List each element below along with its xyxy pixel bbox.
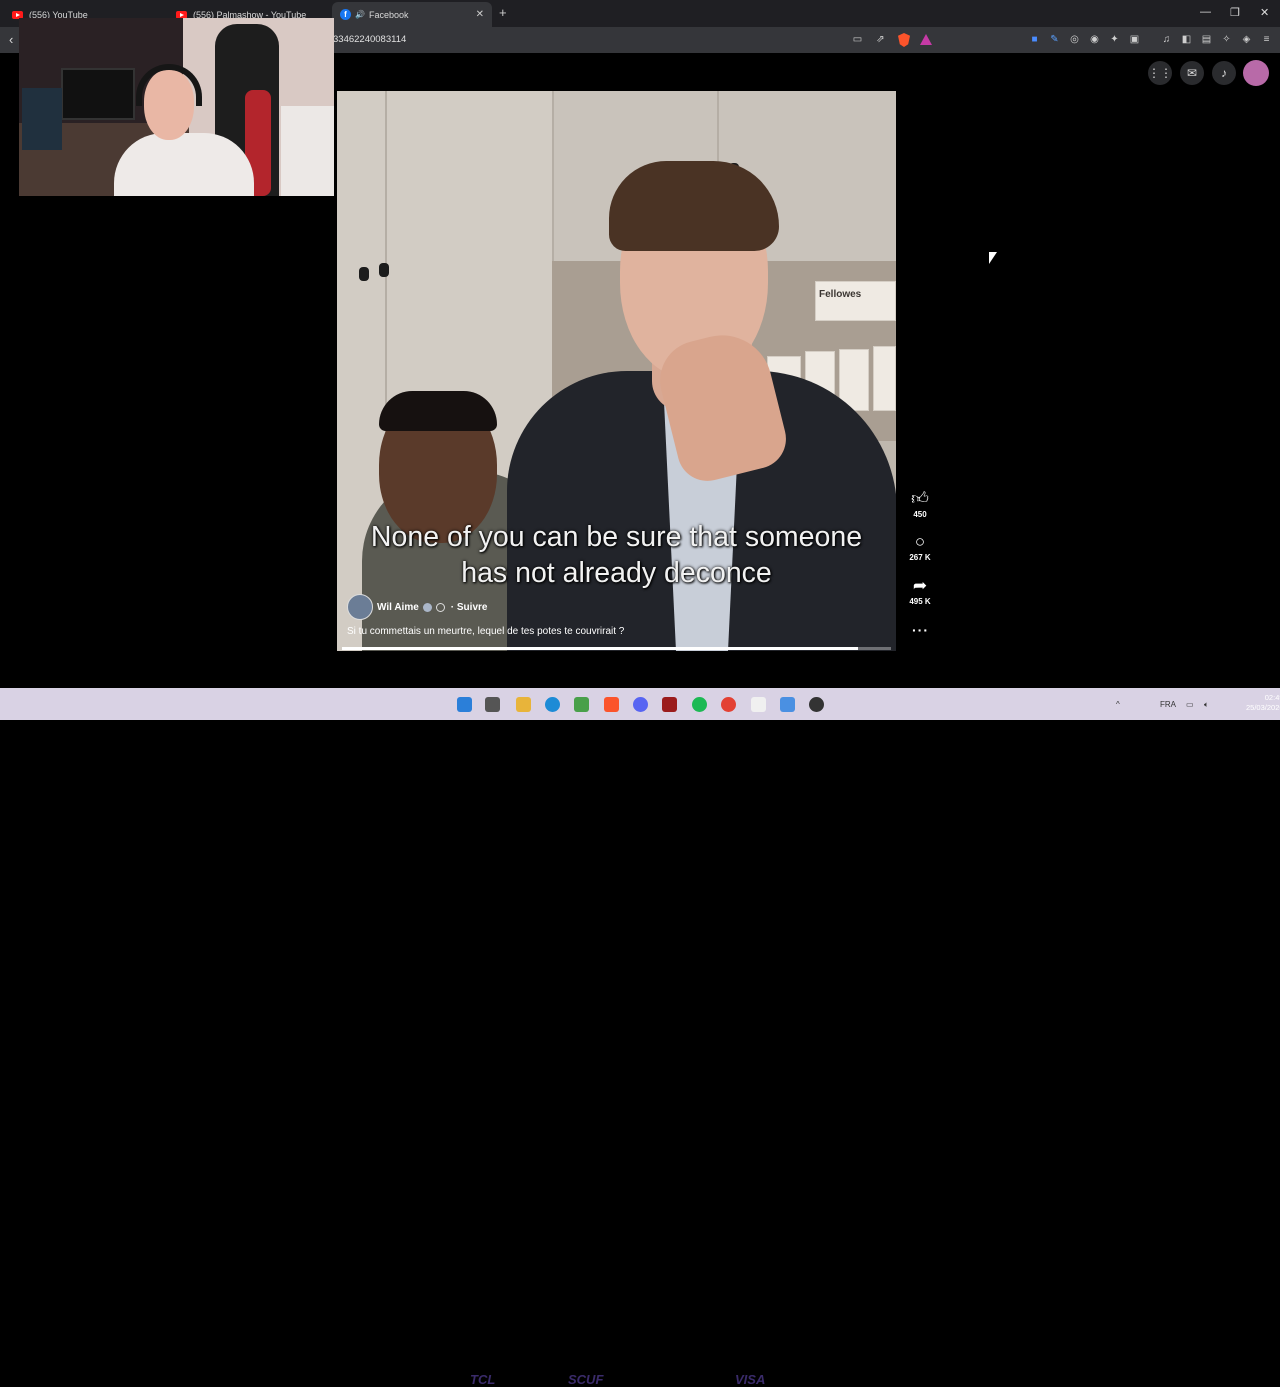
subtitle-line: has not already deconce	[461, 557, 772, 589]
vpn-icon[interactable]: ◈	[1240, 33, 1253, 46]
tab-facebook[interactable]: f 🔊 Facebook ✕	[332, 2, 492, 27]
main-person-hair	[609, 161, 779, 251]
author-name[interactable]: Wil Aime	[377, 602, 419, 613]
webcam-poster	[22, 88, 62, 150]
file-explorer-icon[interactable]	[516, 697, 531, 712]
clock-time: 02:49	[1264, 693, 1280, 702]
webcam-streamer-torso	[114, 133, 254, 196]
tray-overflow-icon[interactable]: ^	[1116, 700, 1120, 709]
follow-button[interactable]: · Suivre	[451, 602, 488, 613]
address-bar[interactable]: 33462240083114	[333, 34, 406, 45]
speaker-icon[interactable]: 🔊	[355, 10, 365, 19]
share-button[interactable]: ➦ 495 K	[905, 576, 935, 607]
profile-avatar[interactable]	[1243, 60, 1269, 86]
subtitle-line: None of you can be sure that someone	[370, 521, 863, 553]
app-icon[interactable]	[662, 697, 677, 712]
webcam-dresser	[281, 106, 334, 196]
excel-icon[interactable]	[574, 697, 589, 712]
mouse-cursor-icon	[989, 252, 997, 264]
music-icon[interactable]: ♫	[1160, 33, 1173, 46]
storage-box	[815, 281, 896, 321]
brave-taskbar-icon[interactable]	[604, 697, 619, 712]
more-options-icon[interactable]: ···	[912, 622, 929, 638]
extension-icon[interactable]: ◉	[1088, 33, 1101, 46]
wallpaper-decoration: VISA	[735, 1372, 766, 1387]
globe-icon	[435, 602, 445, 612]
system-clock[interactable]: 02:49 25/03/2026	[1246, 693, 1280, 713]
like-button[interactable]: 👍︎ 450	[905, 489, 935, 520]
wallpaper-decoration: SCUF	[568, 1372, 604, 1387]
thumbs-up-icon: 👍︎	[911, 489, 929, 508]
video-subtitle: None of you can be sure that someone has…	[337, 519, 896, 591]
translate-icon[interactable]: ✎	[1048, 33, 1061, 46]
extension-icon[interactable]: ■	[1028, 33, 1041, 46]
network-icon[interactable]: ▭	[1186, 700, 1194, 709]
webcam-overlay	[19, 18, 334, 196]
extension-icon[interactable]: ◎	[1068, 33, 1081, 46]
minimize-button[interactable]: —	[1200, 6, 1211, 18]
author-row: Wil Aime · Suivre	[347, 594, 487, 620]
clock-date: 25/03/2026	[1246, 703, 1280, 712]
cabinet-knob	[359, 267, 369, 281]
comment-count: 267 K	[909, 553, 931, 562]
reel-video[interactable]: Fellowes None of you can be sure that so…	[337, 91, 896, 651]
brave-shields-icon[interactable]	[898, 33, 910, 47]
share-count: 495 K	[909, 597, 931, 606]
tab-title: Facebook	[368, 9, 409, 20]
apps-menu-icon[interactable]: ⋮⋮	[1148, 61, 1172, 85]
app-icon[interactable]	[780, 697, 795, 712]
leo-ai-icon[interactable]: ✧	[1220, 33, 1233, 46]
like-count: 450	[913, 510, 927, 519]
close-tab-icon[interactable]: ✕	[476, 9, 484, 20]
notifications-bell-icon[interactable]: ♪	[1212, 61, 1236, 85]
notepad-icon[interactable]	[751, 697, 766, 712]
sidebar-icon[interactable]: ◧	[1180, 33, 1193, 46]
facebook-icon: f	[340, 9, 351, 20]
storage-box	[873, 346, 896, 411]
task-view-icon[interactable]	[485, 697, 500, 712]
puzzle-icon[interactable]: ✦	[1108, 33, 1121, 46]
close-window-button[interactable]: ✕	[1260, 6, 1269, 19]
chrome-icon[interactable]	[721, 697, 736, 712]
discord-icon[interactable]	[633, 697, 648, 712]
video-progress-bar[interactable]	[342, 647, 891, 650]
language-indicator[interactable]: FRA	[1160, 700, 1176, 709]
comment-bubble-icon: ○	[914, 532, 926, 551]
share-icon[interactable]: ⇗	[874, 33, 887, 46]
volume-icon[interactable]: 🔈︎	[1204, 700, 1209, 710]
messenger-icon[interactable]: ✉	[1180, 61, 1204, 85]
spotify-icon[interactable]	[692, 697, 707, 712]
screenshot-icon[interactable]: ▣	[1128, 33, 1141, 46]
back-button[interactable]: ‹	[9, 32, 13, 47]
share-arrow-icon: ➦	[912, 576, 928, 595]
webcam-monitor	[61, 68, 135, 120]
background-person-hair	[379, 391, 497, 431]
wallet-icon[interactable]: ▤	[1200, 33, 1213, 46]
cast-icon[interactable]: ▭	[851, 33, 864, 46]
verified-badge-icon	[422, 602, 432, 612]
comment-button[interactable]: ○ 267 K	[905, 532, 935, 563]
video-caption: Si tu commettais un meurtre, lequel de t…	[347, 626, 625, 637]
menu-icon[interactable]: ≡	[1260, 33, 1273, 46]
edge-icon[interactable]	[545, 697, 560, 712]
box-label: Fellowes	[819, 289, 862, 300]
restore-button[interactable]: ❐	[1230, 6, 1240, 19]
windows-start-icon[interactable]	[457, 697, 472, 712]
new-tab-button[interactable]: +	[499, 5, 507, 20]
video-progress-fill	[342, 647, 859, 650]
cabinet-knob	[379, 263, 389, 277]
brave-rewards-icon[interactable]	[920, 34, 932, 45]
obs-icon[interactable]	[809, 697, 824, 712]
wallpaper-decoration: TCL	[470, 1372, 496, 1387]
author-avatar[interactable]	[347, 594, 373, 620]
